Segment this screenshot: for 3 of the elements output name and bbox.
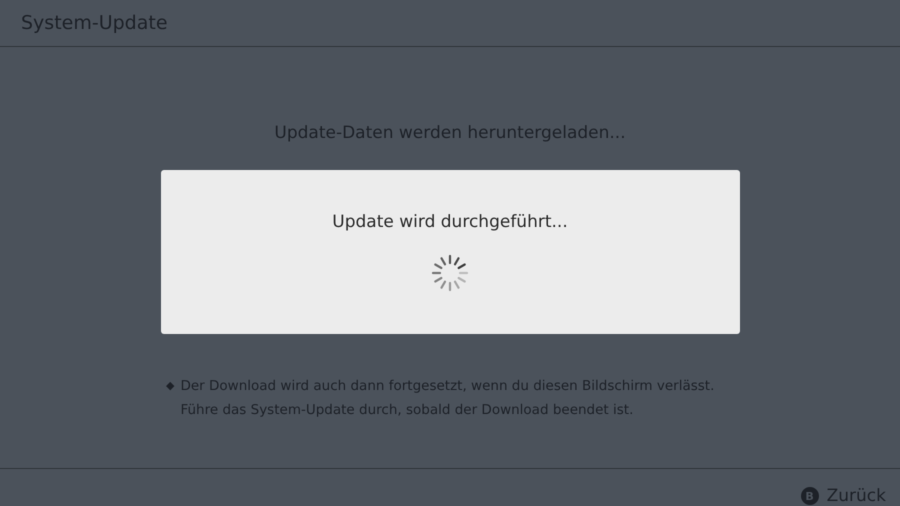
bullet-icon: ◆ — [166, 374, 174, 422]
dialog-message: Update wird durchgeführt... — [332, 212, 568, 232]
loading-spinner-icon — [431, 254, 469, 292]
